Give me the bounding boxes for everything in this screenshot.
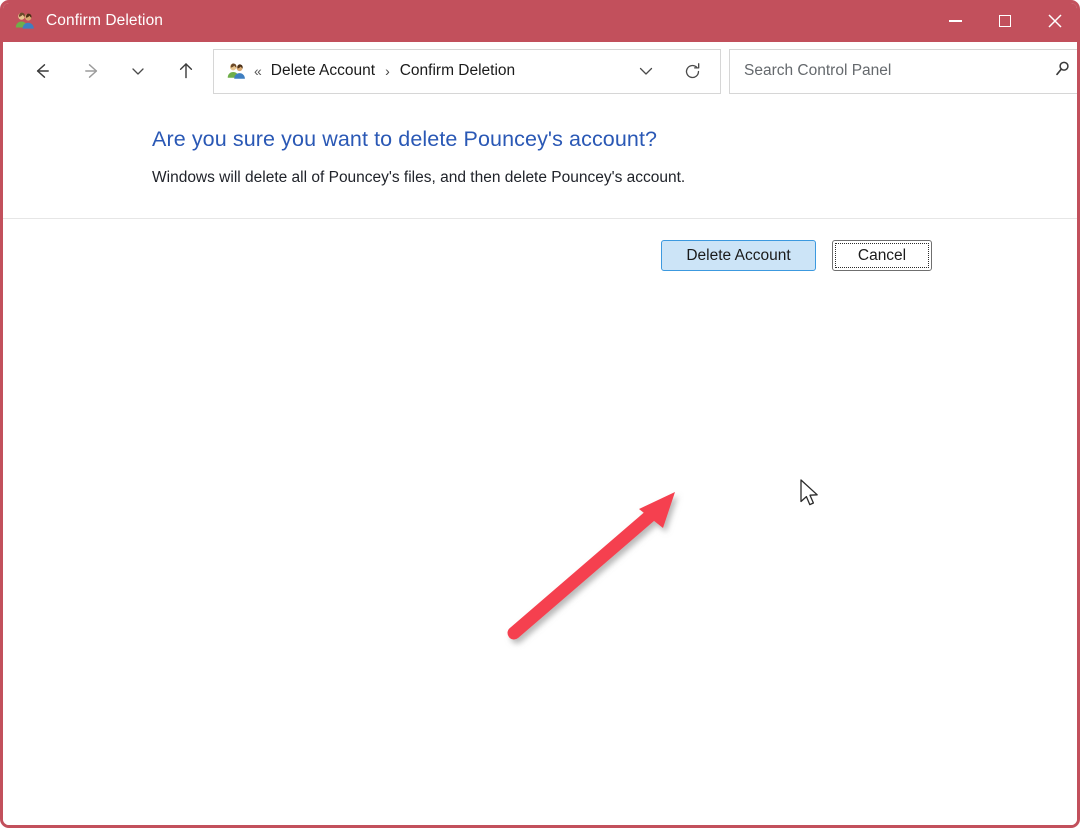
up-button[interactable]: [165, 50, 207, 92]
recent-locations-button[interactable]: [117, 50, 159, 92]
title-bar[interactable]: Confirm Deletion: [3, 3, 1077, 42]
mouse-cursor: [798, 478, 822, 515]
cancel-button[interactable]: Cancel: [832, 240, 932, 271]
cancel-button-label: Cancel: [857, 246, 907, 264]
address-bar[interactable]: « Delete Account › Confirm Deletion: [213, 48, 721, 94]
maximize-icon: [999, 15, 1011, 27]
minimize-button[interactable]: [930, 3, 980, 42]
arrow-right-icon: [85, 64, 98, 78]
navigation-bar: « Delete Account › Confirm Deletion: [3, 42, 1077, 100]
search-box[interactable]: [729, 48, 1077, 94]
refresh-icon: [685, 62, 699, 78]
page-title: Are you sure you want to delete Pouncey'…: [152, 127, 658, 151]
chevron-down-icon: [639, 67, 653, 75]
button-row: Delete Account Cancel: [661, 240, 932, 271]
close-icon: [1048, 14, 1062, 28]
page-header: Are you sure you want to delete Pouncey'…: [3, 100, 1077, 218]
back-button[interactable]: [21, 50, 63, 92]
breadcrumb-item-confirm-deletion[interactable]: Confirm Deletion: [400, 62, 515, 80]
breadcrumb-user-accounts-icon: [226, 61, 247, 82]
maximize-button[interactable]: [980, 3, 1030, 42]
close-button[interactable]: [1030, 3, 1077, 42]
arrow-up-icon: [179, 63, 193, 79]
delete-account-button-label: Delete Account: [686, 246, 791, 264]
page-description: Windows will delete all of Pouncey's fil…: [152, 169, 686, 186]
breadcrumb-item-delete-account[interactable]: Delete Account: [271, 62, 375, 80]
address-dropdown-button[interactable]: [628, 53, 664, 89]
window-controls: [930, 3, 1077, 42]
page-content: Are you sure you want to delete Pouncey'…: [3, 100, 1077, 219]
chevron-down-icon: [132, 68, 144, 75]
title-bar-left: Confirm Deletion: [3, 10, 930, 32]
delete-account-button[interactable]: Delete Account: [661, 240, 816, 271]
search-input[interactable]: [744, 62, 1053, 80]
arrow-left-icon: [36, 64, 49, 78]
breadcrumb-overflow[interactable]: «: [254, 63, 262, 79]
refresh-button[interactable]: [674, 53, 710, 89]
forward-button[interactable]: [71, 50, 113, 92]
search-icon[interactable]: [1053, 59, 1072, 83]
breadcrumb-separator-icon: ›: [385, 63, 390, 79]
red-arrow-annotation: [491, 481, 716, 656]
client-area: « Delete Account › Confirm Deletion Sear…: [3, 42, 1077, 825]
minimize-icon: [948, 20, 962, 22]
user-accounts-icon: [14, 10, 36, 32]
confirm-deletion-window: Confirm Deletion « Delete Account › Conf…: [0, 0, 1080, 828]
window-title: Confirm Deletion: [46, 12, 164, 29]
command-area: Delete Account Cancel: [3, 219, 1077, 779]
